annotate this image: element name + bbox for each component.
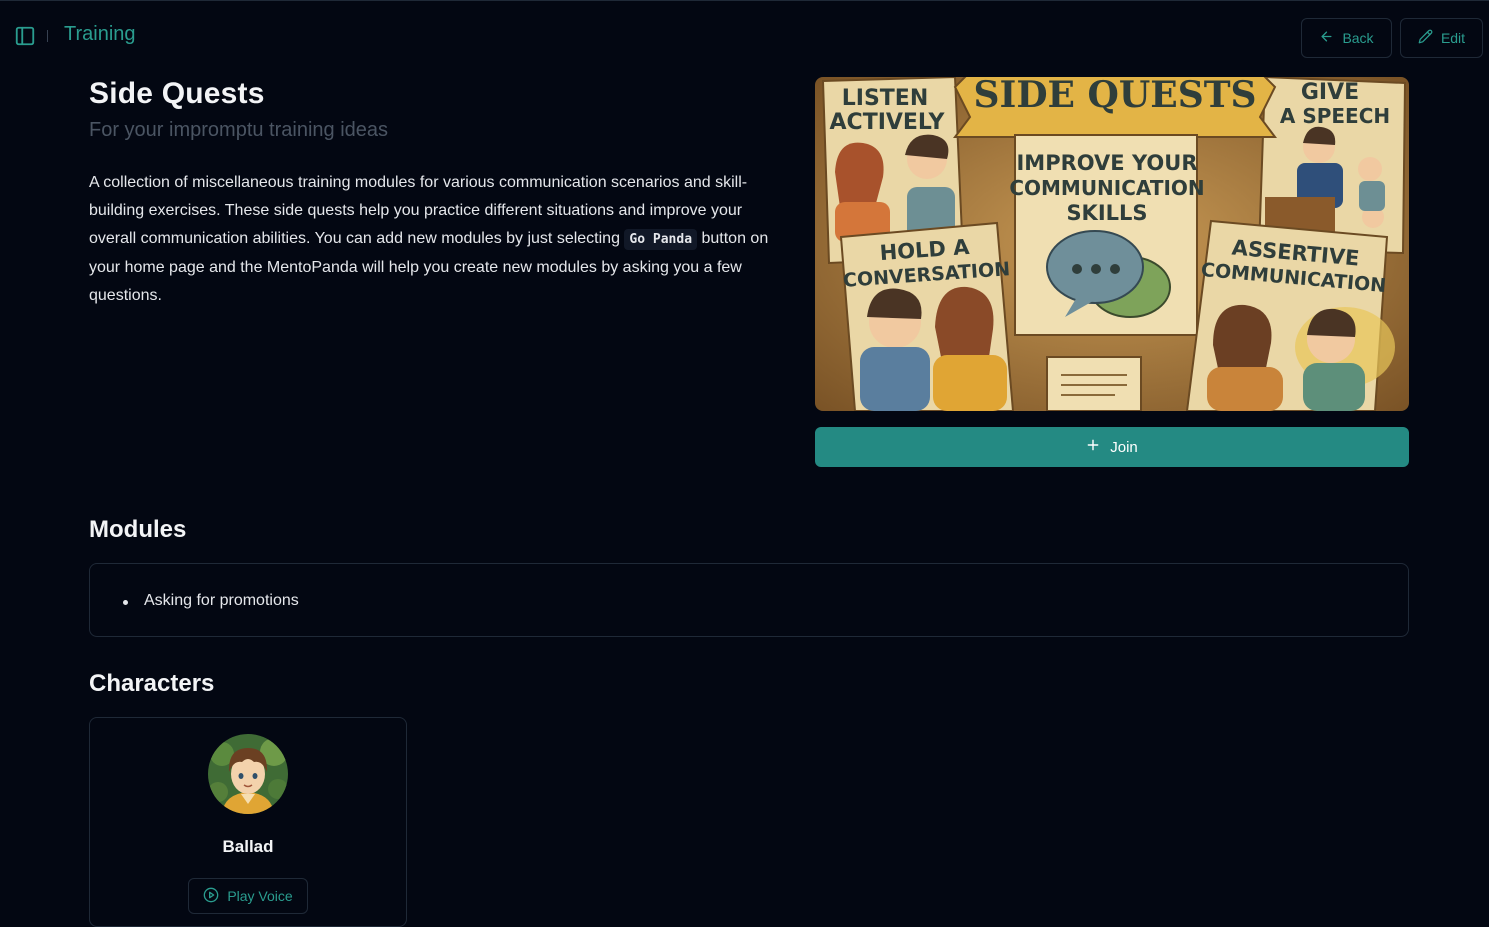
- back-button[interactable]: Back: [1301, 18, 1392, 58]
- modules-list: Asking for promotions: [89, 563, 1409, 637]
- poster-center-line3: SKILLS: [1066, 201, 1147, 225]
- poster-center-line1: IMPROVE YOUR: [1016, 151, 1197, 175]
- character-name: Ballad: [222, 837, 274, 856]
- banner-side-quests: SIDE QUESTS: [953, 77, 1277, 138]
- edit-label: Edit: [1440, 30, 1466, 46]
- play-voice-label: Play Voice: [227, 888, 293, 904]
- edit-button[interactable]: Edit: [1400, 18, 1483, 58]
- join-label: Join: [1110, 438, 1138, 456]
- sidebar-toggle-icon[interactable]: [14, 25, 36, 47]
- poster-tr-line2: A SPEECH: [1280, 104, 1390, 128]
- plus-icon: [1086, 438, 1100, 456]
- header-bar: Training Back Edit: [0, 1, 1489, 69]
- character-avatar: [208, 734, 288, 814]
- poster-small-note: [1046, 356, 1142, 411]
- pencil-icon: [1418, 29, 1433, 47]
- back-label: Back: [1342, 30, 1374, 46]
- poster-hold-a-conversation: HOLD A CONVERSATION: [839, 221, 1015, 411]
- characters-heading: Characters: [89, 670, 215, 697]
- play-voice-button[interactable]: Play Voice: [188, 878, 308, 914]
- banner-text: SIDE QUESTS: [973, 77, 1256, 116]
- training-description: A collection of miscellaneous training m…: [89, 169, 769, 310]
- poster-tl-line2: ACTIVELY: [830, 110, 946, 135]
- module-item[interactable]: Asking for promotions: [123, 592, 299, 610]
- modules-heading: Modules: [89, 516, 187, 543]
- training-subtitle: For your impromptu training ideas: [89, 119, 389, 141]
- training-title: Side Quests: [89, 77, 265, 110]
- poster-assertive-communication: ASSERTIVE COMMUNICATION: [1185, 219, 1395, 411]
- poster-center-line2: COMMUNICATION: [1009, 176, 1204, 200]
- arrow-left-icon: [1319, 29, 1334, 47]
- character-card[interactable]: Ballad Play Voice: [89, 717, 407, 927]
- poster-tl-line1: LISTEN: [842, 86, 929, 111]
- poster-tr-line1: GIVE: [1301, 80, 1359, 105]
- page-title: Training: [64, 23, 136, 45]
- training-cover-image: LISTEN ACTIVELY GIVE A SPEECH SIDE QUEST…: [815, 77, 1409, 411]
- header-separator: [47, 30, 48, 42]
- go-panda-code: Go Panda: [624, 229, 698, 250]
- join-button[interactable]: Join: [815, 427, 1409, 467]
- play-circle-icon: [203, 887, 219, 906]
- poster-improve-communication: IMPROVE YOUR COMMUNICATION SKILLS: [1009, 134, 1205, 336]
